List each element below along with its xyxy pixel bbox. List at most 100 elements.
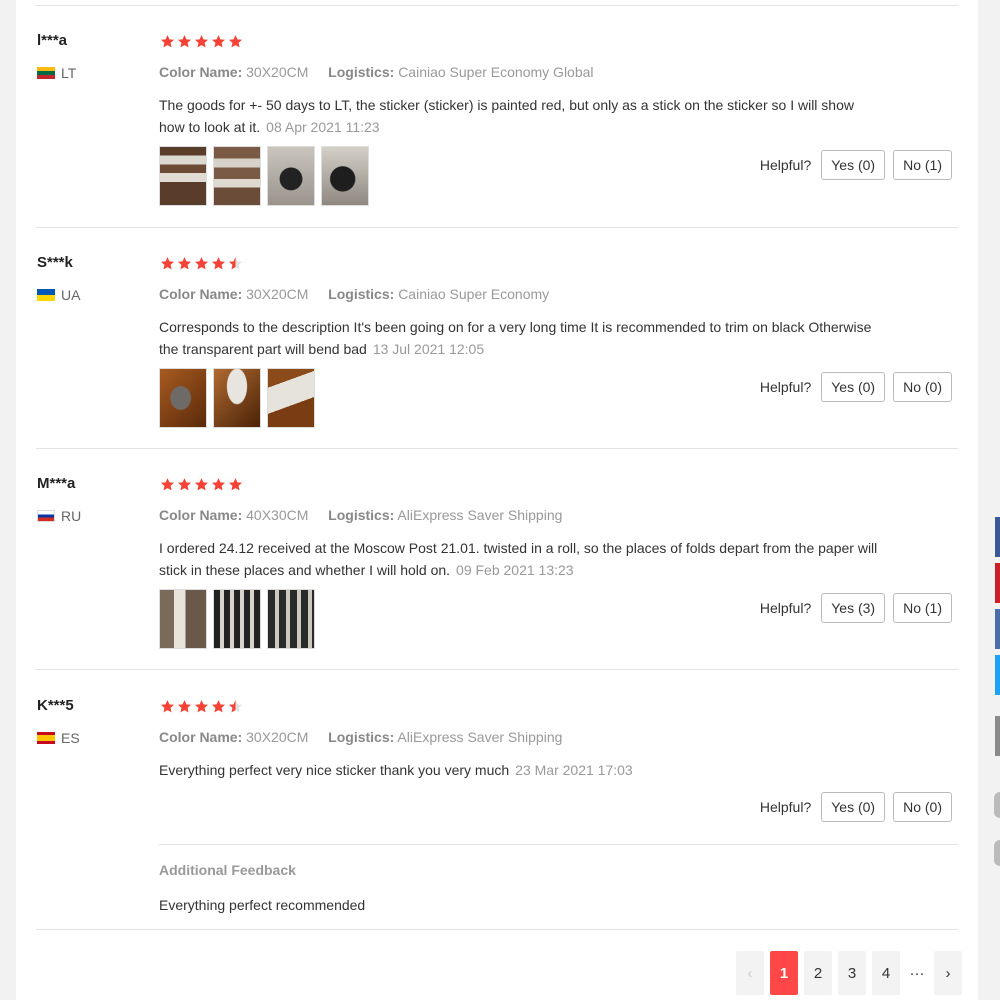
review-meta: Color Name: 30X20CM Logistics: Cainiao S…: [159, 286, 549, 302]
review-body: Everything perfect very nice sticker tha…: [159, 762, 510, 778]
star-icon: [211, 478, 226, 491]
vote-yes-button[interactable]: Yes (3): [821, 593, 886, 623]
next-page-button[interactable]: ›: [934, 951, 962, 995]
star-icon: [160, 700, 175, 713]
review-item: l***a LT Color Name: 30X20CM Logistics: …: [0, 10, 1000, 228]
review-meta: Color Name: 40X30CM Logistics: AliExpres…: [159, 507, 562, 523]
star-icon: [228, 257, 243, 270]
review-photo[interactable]: [213, 146, 261, 206]
divider: [36, 448, 958, 449]
review-body: Corresponds to the description It's been…: [159, 319, 872, 357]
color-value: 40X30CM: [246, 507, 309, 523]
logistics-value: AliExpress Saver Shipping: [397, 507, 563, 523]
vote-no-button[interactable]: No (0): [893, 372, 952, 402]
review-photo[interactable]: [213, 368, 261, 428]
scroll-up-icon[interactable]: [994, 792, 1000, 818]
helpful-label: Helpful?: [759, 157, 812, 173]
color-label: Color Name:: [159, 64, 243, 80]
star-rating: [160, 699, 243, 714]
review-photo[interactable]: [321, 146, 369, 206]
prev-page-button[interactable]: ‹: [736, 951, 764, 995]
color-value: 30X20CM: [246, 729, 309, 745]
star-rating: [160, 34, 243, 49]
reviewer-country: ES: [37, 730, 80, 746]
flag-lt-icon: [37, 67, 55, 79]
divider: [36, 929, 958, 930]
reviewer-name: M***a: [37, 475, 76, 492]
divider: [36, 227, 958, 228]
page-button[interactable]: 3: [838, 951, 866, 995]
review-photo[interactable]: [159, 368, 207, 428]
vote-yes-button[interactable]: Yes (0): [821, 792, 886, 822]
vote-no-button[interactable]: No (0): [893, 792, 952, 822]
star-icon: [177, 700, 192, 713]
star-icon: [228, 700, 243, 713]
review-photo[interactable]: [267, 146, 315, 206]
logistics-label: Logistics:: [328, 507, 395, 523]
page-button[interactable]: 1: [770, 951, 798, 995]
star-icon: [177, 257, 192, 270]
helpful-vote: Helpful? Yes (3) No (1): [760, 593, 952, 623]
star-icon: [194, 257, 209, 270]
helpful-label: Helpful?: [759, 799, 812, 815]
helpful-vote: Helpful? Yes (0) No (1): [760, 150, 952, 180]
scroll-down-icon[interactable]: [994, 840, 1000, 866]
helpful-label: Helpful?: [759, 379, 812, 395]
vote-no-button[interactable]: No (1): [893, 150, 952, 180]
review-text: The goods for +- 50 days to LT, the stic…: [159, 94, 879, 138]
star-icon: [160, 257, 175, 270]
review-text: Everything perfect very nice sticker tha…: [159, 759, 879, 781]
review-meta: Color Name: 30X20CM Logistics: AliExpres…: [159, 729, 562, 745]
review-date: 13 Jul 2021 12:05: [372, 341, 485, 357]
review-photos: [159, 589, 315, 649]
email-share-icon[interactable]: [995, 716, 1000, 756]
review-date: 09 Feb 2021 13:23: [456, 562, 574, 578]
review-item: K***5 ES Color Name: 30X20CM Logistics: …: [0, 675, 1000, 935]
review-photos: [159, 146, 369, 206]
reviewer-name: l***a: [37, 32, 68, 49]
star-icon: [228, 478, 243, 491]
page-button[interactable]: 4: [872, 951, 900, 995]
star-icon: [194, 35, 209, 48]
country-code: LT: [61, 65, 77, 81]
reviewer-country: UA: [37, 287, 80, 303]
star-icon: [194, 478, 209, 491]
review-text: Corresponds to the description It's been…: [159, 316, 879, 360]
review-body: The goods for +- 50 days to LT, the stic…: [159, 97, 854, 135]
color-label: Color Name:: [159, 507, 243, 523]
helpful-vote: Helpful? Yes (0) No (0): [760, 372, 952, 402]
vote-yes-button[interactable]: Yes (0): [821, 150, 886, 180]
review-photos: [159, 368, 315, 428]
country-code: UA: [61, 287, 81, 303]
logistics-value: Cainiao Super Economy Global: [398, 64, 594, 80]
page-button[interactable]: 2: [804, 951, 832, 995]
review-photo[interactable]: [159, 146, 207, 206]
review-meta: Color Name: 30X20CM Logistics: Cainiao S…: [159, 64, 594, 80]
review-photo[interactable]: [267, 368, 315, 428]
star-icon: [160, 35, 175, 48]
reviewer-country: LT: [37, 65, 76, 81]
review-photo[interactable]: [267, 589, 315, 649]
reviewer-name: K***5: [37, 697, 74, 714]
facebook-share-icon[interactable]: [995, 517, 1000, 557]
vote-no-button[interactable]: No (1): [893, 593, 952, 623]
helpful-label: Helpful?: [759, 600, 812, 616]
vote-yes-button[interactable]: Yes (0): [821, 372, 886, 402]
star-icon: [177, 478, 192, 491]
twitter-share-icon[interactable]: [995, 655, 1000, 695]
divider: [159, 844, 958, 845]
vk-share-icon[interactable]: [995, 609, 1000, 649]
reviewer-name: S***k: [37, 254, 73, 271]
country-code: ES: [61, 730, 80, 746]
pagination-ellipsis: ···: [909, 964, 925, 982]
reviewer-country: RU: [37, 508, 81, 524]
review-item: M***a RU Color Name: 40X30CM Logistics: …: [0, 453, 1000, 669]
pinterest-share-icon[interactable]: [995, 563, 1000, 603]
review-date: 23 Mar 2021 17:03: [515, 762, 633, 778]
additional-feedback-title: Additional Feedback: [159, 862, 296, 878]
star-icon: [211, 257, 226, 270]
review-photo[interactable]: [213, 589, 261, 649]
logistics-label: Logistics:: [328, 286, 395, 302]
flag-es-icon: [37, 732, 55, 744]
review-photo[interactable]: [159, 589, 207, 649]
